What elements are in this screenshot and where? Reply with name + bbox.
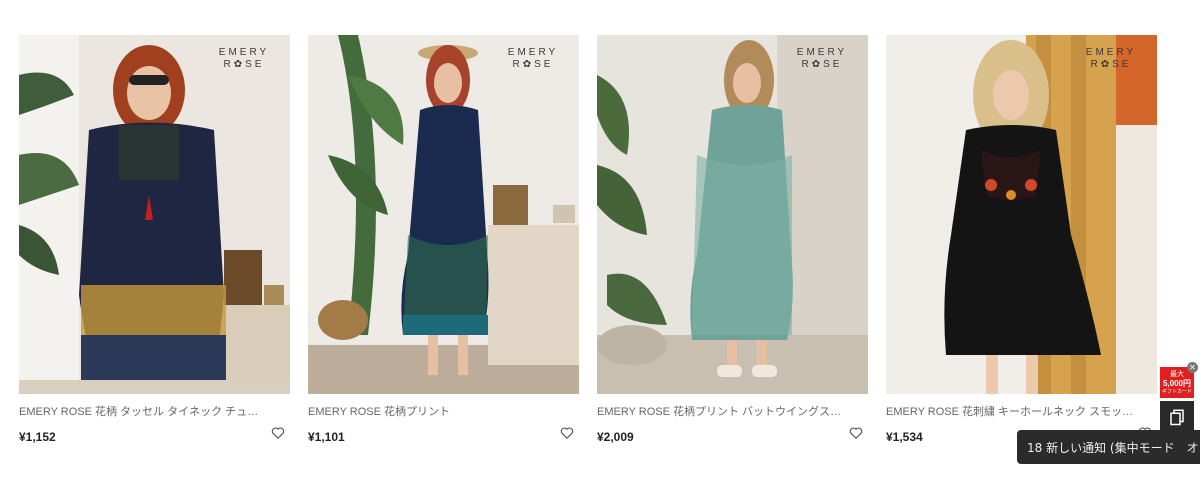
product-card[interactable]: EMERY R✿SE EMERY ROSE 花柄プリント ¥1,101 bbox=[308, 35, 579, 444]
product-title[interactable]: EMERY ROSE 花柄 タッセル タイネック チュニック… bbox=[19, 403, 269, 419]
product-image[interactable]: EMERY R✿SE bbox=[886, 35, 1157, 394]
brand-watermark: EMERY R✿SE bbox=[1085, 47, 1137, 70]
product-title[interactable]: EMERY ROSE 花柄プリント バットウイングスリー… bbox=[597, 403, 847, 419]
product-card[interactable]: EMERY R✿SE EMERY ROSE 花柄プリント バットウイングスリー… … bbox=[597, 35, 868, 444]
promo-amount: 5,000円 bbox=[1162, 379, 1192, 388]
heart-icon[interactable] bbox=[560, 426, 574, 440]
product-card[interactable]: EMERY R✿SE EMERY ROSE 花柄 タッセル タイネック チュニック… bbox=[19, 35, 290, 444]
heart-icon[interactable] bbox=[849, 426, 863, 440]
brand-watermark: EMERY R✿SE bbox=[796, 47, 848, 70]
close-icon[interactable]: ✕ bbox=[1187, 362, 1198, 373]
product-price: ¥2,009 bbox=[597, 430, 634, 444]
product-image[interactable]: EMERY R✿SE bbox=[308, 35, 579, 394]
product-card[interactable]: EMERY R✿SE EMERY ROSE 花刺繍 キーホールネック スモックド…… bbox=[886, 35, 1157, 444]
copy-icon bbox=[1170, 409, 1184, 426]
product-title[interactable]: EMERY ROSE 花柄プリント bbox=[308, 403, 558, 419]
product-price: ¥1,534 bbox=[886, 430, 923, 444]
product-image[interactable]: EMERY R✿SE bbox=[597, 35, 868, 394]
brand-watermark: EMERY R✿SE bbox=[218, 47, 270, 70]
heart-icon[interactable] bbox=[271, 426, 285, 440]
promo-line: ギフトカード bbox=[1161, 389, 1192, 395]
copy-button[interactable] bbox=[1160, 401, 1194, 433]
notification-text: 18 新しい通知 (集中モード オン bbox=[1027, 441, 1200, 455]
product-title[interactable]: EMERY ROSE 花刺繍 キーホールネック スモックド… bbox=[886, 403, 1136, 419]
brand-watermark: EMERY R✿SE bbox=[507, 47, 559, 70]
product-image[interactable]: EMERY R✿SE bbox=[19, 35, 290, 394]
product-price: ¥1,152 bbox=[19, 430, 56, 444]
notification-toast[interactable]: 18 新しい通知 (集中モード オン bbox=[1017, 430, 1200, 464]
product-price: ¥1,101 bbox=[308, 430, 345, 444]
